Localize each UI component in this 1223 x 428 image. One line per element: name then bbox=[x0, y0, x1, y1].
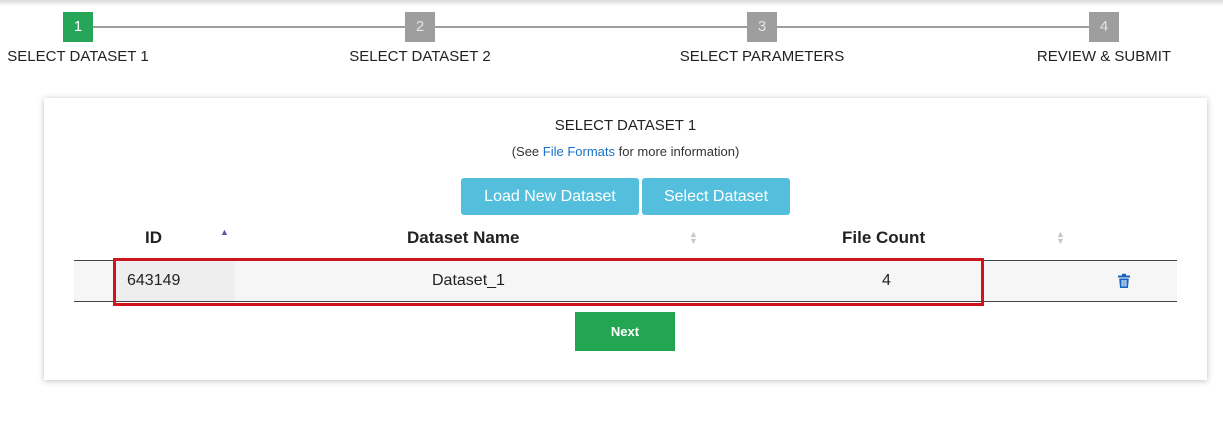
dataset-card: SELECT DATASET 1 (See File Formats for m… bbox=[44, 98, 1207, 380]
top-shadow bbox=[0, 0, 1223, 6]
col-header-file-count[interactable]: File Count bbox=[842, 228, 925, 248]
step-4-label: REVIEW & SUBMIT bbox=[1036, 48, 1172, 65]
step-3-badge[interactable]: 3 bbox=[747, 12, 777, 42]
file-formats-link[interactable]: File Formats bbox=[543, 144, 615, 159]
step-2-badge[interactable]: 2 bbox=[405, 12, 435, 42]
step-2-label: SELECT DATASET 2 bbox=[349, 48, 491, 65]
sort-icon[interactable]: ▲ ▼ bbox=[1056, 230, 1065, 246]
step-connector bbox=[777, 26, 1089, 28]
step-3-label: SELECT PARAMETERS bbox=[679, 48, 845, 65]
row-highlight-box bbox=[113, 258, 984, 306]
subtitle-prefix: (See bbox=[511, 144, 543, 159]
card-title: SELECT DATASET 1 bbox=[554, 117, 697, 134]
col-header-dataset-name[interactable]: Dataset Name bbox=[407, 228, 519, 248]
trash-icon[interactable] bbox=[1116, 273, 1132, 289]
step-connector bbox=[435, 26, 747, 28]
step-connector bbox=[93, 26, 405, 28]
col-header-id[interactable]: ID bbox=[145, 228, 162, 248]
step-1-label: SELECT DATASET 1 bbox=[7, 48, 149, 65]
select-dataset-button[interactable]: Select Dataset bbox=[642, 178, 790, 215]
sort-asc-icon[interactable]: ▲ bbox=[220, 228, 229, 237]
step-1-badge[interactable]: 1 bbox=[63, 12, 93, 42]
step-4-badge[interactable]: 4 bbox=[1089, 12, 1119, 42]
subtitle-suffix: for more information) bbox=[615, 144, 740, 159]
sort-icon[interactable]: ▲ ▼ bbox=[689, 230, 698, 246]
card-subtitle: (See File Formats for more information) bbox=[44, 144, 1207, 159]
load-new-dataset-button[interactable]: Load New Dataset bbox=[461, 178, 639, 215]
next-button[interactable]: Next bbox=[575, 312, 675, 351]
